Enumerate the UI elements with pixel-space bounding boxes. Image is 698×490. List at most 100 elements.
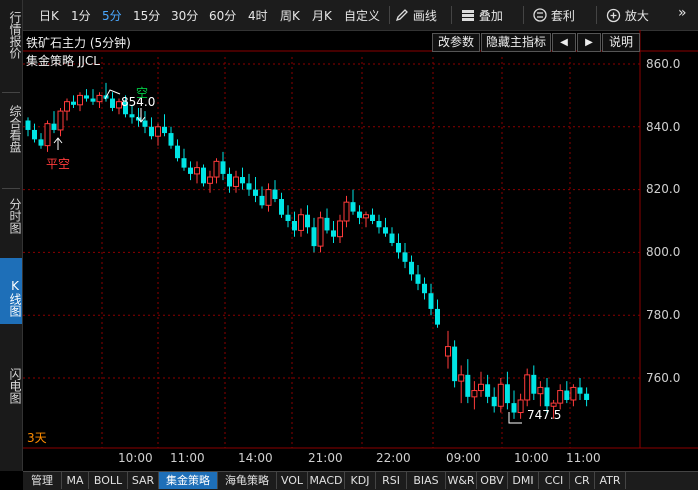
price-tick: 760.0	[646, 371, 681, 385]
candle-body	[272, 189, 278, 200]
candle-body	[155, 126, 161, 137]
candle-body	[497, 383, 504, 407]
indicator-tab[interactable]: BIAS	[407, 472, 446, 489]
indicator-tab[interactable]: 海龟策略	[218, 472, 277, 489]
candle-body	[383, 227, 388, 234]
candle-body	[570, 386, 577, 401]
indicator-tab[interactable]: SAR	[128, 472, 159, 489]
candle-body	[350, 202, 356, 212]
candle-body	[38, 139, 44, 146]
candle-body	[409, 261, 414, 275]
candle-body	[181, 158, 187, 168]
time-tick: 09:00	[446, 451, 481, 465]
candle-body	[253, 189, 258, 196]
candle-body	[363, 214, 369, 219]
help-button[interactable]: 说明	[602, 33, 640, 52]
price-tick: 780.0	[646, 308, 681, 322]
indicator-tab[interactable]: 管理	[23, 472, 62, 489]
candle-body	[435, 308, 440, 325]
candle-body	[285, 214, 291, 221]
candle-body	[96, 94, 103, 103]
candle-body	[162, 126, 167, 134]
candle-body	[298, 214, 304, 231]
strategy-signals	[53, 89, 522, 424]
time-tick: 11:00	[170, 451, 205, 465]
indicator-tab[interactable]: 集金策略	[159, 472, 218, 489]
time-tick: 10:00	[514, 451, 549, 465]
indicator-tab[interactable]: MACD	[308, 472, 345, 489]
candle-body	[71, 101, 76, 105]
hide-indicator-button[interactable]: 隐藏主指标	[481, 33, 551, 52]
candle-body	[485, 384, 491, 397]
candle-body	[531, 374, 537, 394]
days-label: 3天	[27, 431, 47, 445]
candle-body	[376, 221, 382, 228]
indicator-tab[interactable]: BOLL	[89, 472, 128, 489]
candle-body	[213, 160, 220, 178]
indicator-tab[interactable]: DMI	[508, 472, 539, 489]
candle-body	[544, 387, 550, 407]
indicator-tab-bar: 管理 MA BOLL SAR 集金策略 海龟策略 VOL MACD KDJ RSI BIAS W&R O…	[23, 471, 698, 490]
candle-body	[550, 402, 557, 407]
candle-body	[471, 390, 478, 398]
candle-body	[428, 293, 434, 309]
indicator-tab[interactable]: OBV	[477, 472, 508, 489]
candle-body	[227, 173, 232, 187]
candle-body	[415, 274, 421, 284]
candle-body	[317, 217, 324, 247]
candle-body	[311, 227, 317, 247]
candle-body	[577, 387, 583, 394]
candle-body	[90, 98, 96, 102]
indicator-tab[interactable]: VOL	[277, 472, 308, 489]
next-button[interactable]: ▶	[577, 33, 601, 52]
candle-body	[396, 242, 401, 253]
price-tick: 800.0	[646, 245, 681, 259]
candle-body	[452, 346, 458, 382]
low-marker-line	[508, 412, 522, 424]
candle-body	[445, 346, 451, 357]
indicator-tab[interactable]: ATR	[595, 472, 626, 489]
candle-body	[557, 390, 564, 404]
candle-body	[32, 129, 37, 140]
candle-body	[77, 94, 83, 106]
time-tick: 11:00	[566, 451, 601, 465]
price-tick: 820.0	[646, 182, 681, 196]
candle-body	[110, 98, 115, 108]
indicator-tab[interactable]: W&R	[446, 472, 477, 489]
kline-chart	[23, 30, 698, 449]
candle-body	[233, 176, 239, 187]
indicator-tab[interactable]: CR	[570, 472, 595, 489]
indicator-tab[interactable]: CCI	[539, 472, 570, 489]
candle-body	[84, 95, 89, 99]
candle-body	[422, 283, 427, 294]
prev-button[interactable]: ◀	[552, 33, 576, 52]
close-short-label: 平空	[46, 157, 71, 171]
time-tick: 14:00	[238, 451, 273, 465]
candle-body	[259, 195, 265, 206]
edit-params-button[interactable]: 改参数	[432, 33, 480, 52]
sell-signal-label: 空	[136, 86, 149, 100]
time-tick: 22:00	[376, 451, 411, 465]
candlestick-series	[25, 82, 590, 419]
indicator-tab[interactable]: MA	[62, 472, 89, 489]
chart-grid	[23, 30, 698, 449]
candle-body	[220, 161, 226, 174]
candle-body	[168, 133, 174, 146]
candle-body	[265, 189, 272, 206]
candle-body	[292, 221, 297, 231]
candle-body	[337, 220, 343, 238]
price-tick: 860.0	[646, 57, 681, 71]
chart-title: 铁矿石主力 (5分钟)	[26, 36, 131, 50]
candle-body	[175, 145, 180, 159]
candle-body	[564, 390, 570, 400]
indicator-tab[interactable]: RSI	[376, 472, 407, 489]
candle-body	[51, 123, 57, 130]
strategy-label: 集金策略 JJCL	[26, 54, 100, 68]
candle-body	[246, 183, 252, 190]
indicator-tab[interactable]: KDJ	[345, 472, 376, 489]
time-tick: 21:00	[308, 451, 343, 465]
candle-body	[491, 396, 497, 407]
candle-body	[537, 386, 544, 395]
candle-body	[517, 399, 524, 414]
candle-body	[331, 230, 336, 237]
